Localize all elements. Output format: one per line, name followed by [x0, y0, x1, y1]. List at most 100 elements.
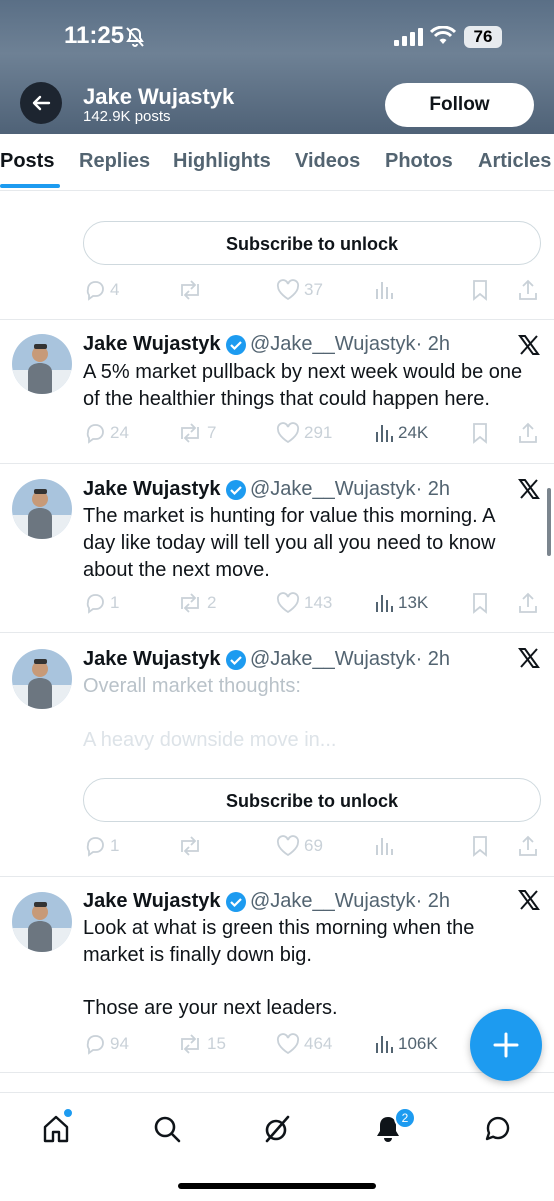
tweet-author-handle[interactable]: @Jake__Wujastyk· 2h: [250, 333, 450, 356]
search-icon[interactable]: [151, 1113, 183, 1145]
tweet-author-name[interactable]: Jake Wujastyk: [83, 890, 221, 913]
views-icon: [376, 282, 393, 299]
avatar[interactable]: [12, 892, 72, 952]
repost-button[interactable]: 2: [177, 592, 216, 614]
reply-count: 1: [110, 593, 120, 612]
like-button[interactable]: 69: [276, 835, 323, 857]
tweet-author-name[interactable]: Jake Wujastyk: [83, 648, 221, 671]
subscribe-button[interactable]: Subscribe to unlock: [83, 778, 541, 822]
subscribe-button[interactable]: Subscribe to unlock: [83, 221, 541, 265]
like-button[interactable]: 37: [276, 279, 323, 301]
profile-post-count: 142.9K posts: [83, 108, 171, 125]
avatar-image: [12, 892, 72, 952]
verified-badge-icon: [226, 480, 246, 500]
repost-icon: [181, 423, 199, 443]
arrow-left-icon: [32, 95, 51, 111]
back-button[interactable]: [20, 82, 62, 124]
share-button[interactable]: [518, 592, 538, 614]
divider: [0, 1072, 554, 1073]
bookmark-button[interactable]: [470, 279, 490, 301]
divider: [0, 319, 554, 320]
views-button[interactable]: [374, 835, 394, 857]
reply-button[interactable]: 94: [84, 1033, 129, 1055]
follow-button[interactable]: Follow: [385, 83, 534, 127]
x-logo-icon: [518, 479, 540, 499]
plus-icon: [493, 1032, 519, 1058]
views-button[interactable]: 106K: [374, 1033, 438, 1055]
share-button[interactable]: [518, 422, 538, 444]
compose-post-button[interactable]: [470, 1009, 542, 1081]
bookmark-button[interactable]: [470, 835, 490, 857]
reply-button[interactable]: 1: [84, 835, 119, 857]
like-count: 37: [304, 280, 323, 299]
divider: [0, 632, 554, 633]
divider: [0, 876, 554, 877]
tweet-text: Overall market thoughts:: [83, 675, 301, 697]
like-button[interactable]: 464: [276, 1033, 332, 1055]
bookmark-button[interactable]: [470, 422, 490, 444]
tab-photos[interactable]: Photos: [385, 150, 453, 173]
tweet-author-handle[interactable]: @Jake__Wujastyk· 2h: [250, 478, 450, 501]
tab-highlights[interactable]: Highlights: [173, 150, 271, 173]
profile-name: Jake Wujastyk: [83, 84, 235, 109]
repost-button[interactable]: [177, 279, 207, 301]
repost-icon: [181, 280, 199, 300]
tweet-text: The market is hunting for value this mor…: [83, 505, 496, 581]
avatar-image: [12, 334, 72, 394]
reply-count: 24: [110, 423, 129, 442]
tweet-text: A 5% market pullback by next week would …: [83, 361, 523, 410]
tweet-author-handle[interactable]: @Jake__Wujastyk· 2h: [250, 890, 450, 913]
views-button[interactable]: 24K: [374, 422, 428, 444]
bookmark-icon: [473, 836, 487, 857]
like-count: 464: [304, 1034, 333, 1053]
tab-replies[interactable]: Replies: [79, 150, 150, 173]
tab-articles[interactable]: Articles: [478, 150, 551, 173]
avatar[interactable]: [12, 479, 72, 539]
tab-posts[interactable]: Posts: [0, 150, 54, 173]
like-count: 291: [304, 423, 333, 442]
reply-button[interactable]: 1: [84, 592, 119, 614]
views-icon: [376, 425, 393, 442]
share-button[interactable]: [518, 835, 538, 857]
repost-button[interactable]: 15: [177, 1033, 226, 1055]
reply-icon: [86, 594, 104, 614]
tweet-author-name[interactable]: Jake Wujastyk: [83, 333, 221, 356]
repost-count: 15: [207, 1034, 226, 1053]
avatar[interactable]: [12, 649, 72, 709]
like-button[interactable]: 291: [276, 422, 332, 444]
repost-icon: [181, 836, 199, 856]
x-logo-icon: [518, 890, 540, 910]
share-button[interactable]: [518, 279, 538, 301]
messages-icon[interactable]: [482, 1113, 514, 1145]
verified-badge-icon: [226, 335, 246, 355]
home-indicator: [178, 1183, 376, 1189]
share-icon: [519, 835, 537, 856]
views-icon: [376, 838, 393, 855]
tweet-author-handle[interactable]: @Jake__Wujastyk· 2h: [250, 648, 450, 671]
repost-button[interactable]: 7: [177, 422, 216, 444]
reply-button[interactable]: 24: [84, 422, 129, 444]
bell-off-icon: [126, 27, 144, 47]
bookmark-icon: [473, 423, 487, 444]
bookmark-button[interactable]: [470, 592, 490, 614]
like-count: 143: [304, 593, 333, 612]
views-count: 13K: [398, 593, 429, 612]
scrollbar[interactable]: [547, 488, 551, 556]
views-button[interactable]: 13K: [374, 592, 428, 614]
signal-icon: [394, 28, 423, 46]
profile-tabs: Posts Replies Highlights Videos Photos A…: [0, 134, 554, 191]
share-icon: [519, 422, 537, 443]
reply-button[interactable]: 4: [84, 279, 119, 301]
verified-badge-icon: [226, 892, 246, 912]
repost-button[interactable]: [177, 835, 207, 857]
grok-icon[interactable]: [261, 1113, 293, 1145]
wifi-icon: [430, 26, 456, 44]
home-notification-dot: [62, 1107, 74, 1119]
reply-count: 1: [110, 836, 120, 855]
tab-videos[interactable]: Videos: [295, 150, 360, 173]
views-button[interactable]: [374, 279, 394, 301]
avatar-image: [12, 479, 72, 539]
avatar[interactable]: [12, 334, 72, 394]
tweet-author-name[interactable]: Jake Wujastyk: [83, 478, 221, 501]
like-button[interactable]: 143: [276, 592, 332, 614]
